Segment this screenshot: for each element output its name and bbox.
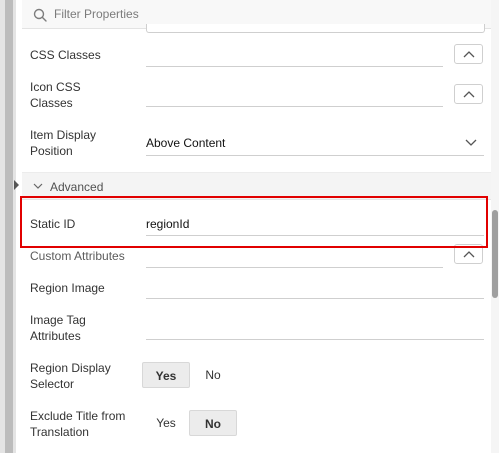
exclude-title-from-translation-label-line2: Translation xyxy=(30,425,89,439)
exclude-title-from-translation-no-button[interactable]: No xyxy=(189,410,237,436)
filter-properties-input[interactable] xyxy=(54,5,314,23)
image-tag-attributes-underline xyxy=(146,339,484,340)
item-display-position-underline xyxy=(146,155,484,156)
icon-css-classes-underline xyxy=(146,106,443,107)
custom-attributes-label: Custom Attributes xyxy=(30,249,125,263)
chevron-down-icon xyxy=(33,183,43,189)
icon-css-classes-label-line2: Classes xyxy=(30,96,73,110)
chevron-down-icon[interactable] xyxy=(465,139,477,147)
region-display-selector-toggle[interactable]: Yes No xyxy=(142,362,242,388)
chevron-up-icon xyxy=(463,91,475,98)
custom-attributes-underline xyxy=(146,267,443,268)
property-editor-window: CSS Classes Icon CSS Classes Item Displa… xyxy=(0,0,499,453)
exclude-title-from-translation-label-line1: Exclude Title from xyxy=(30,409,126,423)
vertical-scrollbar-track[interactable] xyxy=(491,0,499,453)
static-id-input[interactable]: regionId xyxy=(146,216,466,232)
region-image-underline xyxy=(146,298,484,299)
region-display-selector-no-button[interactable]: No xyxy=(198,362,228,388)
region-image-label: Region Image xyxy=(30,281,105,295)
caret-right-icon[interactable] xyxy=(14,180,19,190)
region-display-selector-label-line2: Selector xyxy=(30,377,75,391)
chevron-up-icon xyxy=(463,251,475,258)
region-display-selector-yes-button[interactable]: Yes xyxy=(142,362,190,388)
chevron-up-icon xyxy=(463,51,475,58)
advanced-group-header[interactable]: Advanced xyxy=(22,172,491,200)
icon-css-classes-label-line1: Icon CSS xyxy=(30,80,81,94)
previous-property-input[interactable] xyxy=(146,24,485,33)
static-id-label: Static ID xyxy=(30,217,76,231)
advanced-group-title: Advanced xyxy=(50,180,104,194)
css-classes-label: CSS Classes xyxy=(30,48,101,62)
item-display-position-label-line1: Item Display xyxy=(30,128,97,142)
icon-css-classes-expand-button[interactable] xyxy=(454,84,483,104)
left-panel-gutter xyxy=(0,0,19,453)
vertical-scrollbar-thumb[interactable] xyxy=(492,210,498,298)
image-tag-attributes-label-line2: Attributes xyxy=(30,329,81,343)
css-classes-underline xyxy=(146,66,443,67)
region-display-selector-label-line1: Region Display xyxy=(30,361,111,375)
search-icon xyxy=(33,8,47,22)
property-panel: CSS Classes Icon CSS Classes Item Displa… xyxy=(22,0,491,453)
exclude-title-from-translation-yes-button[interactable]: Yes xyxy=(142,410,190,436)
static-id-underline xyxy=(146,235,484,236)
image-tag-attributes-label-line1: Image Tag xyxy=(30,313,86,327)
exclude-title-from-translation-toggle[interactable]: Yes No xyxy=(142,410,242,436)
custom-attributes-expand-button[interactable] xyxy=(454,244,483,264)
css-classes-expand-button[interactable] xyxy=(454,44,483,64)
panel-splitter[interactable] xyxy=(5,0,13,453)
item-display-position-label-line2: Position xyxy=(30,144,73,158)
item-display-position-select[interactable]: Above Content xyxy=(146,135,456,151)
